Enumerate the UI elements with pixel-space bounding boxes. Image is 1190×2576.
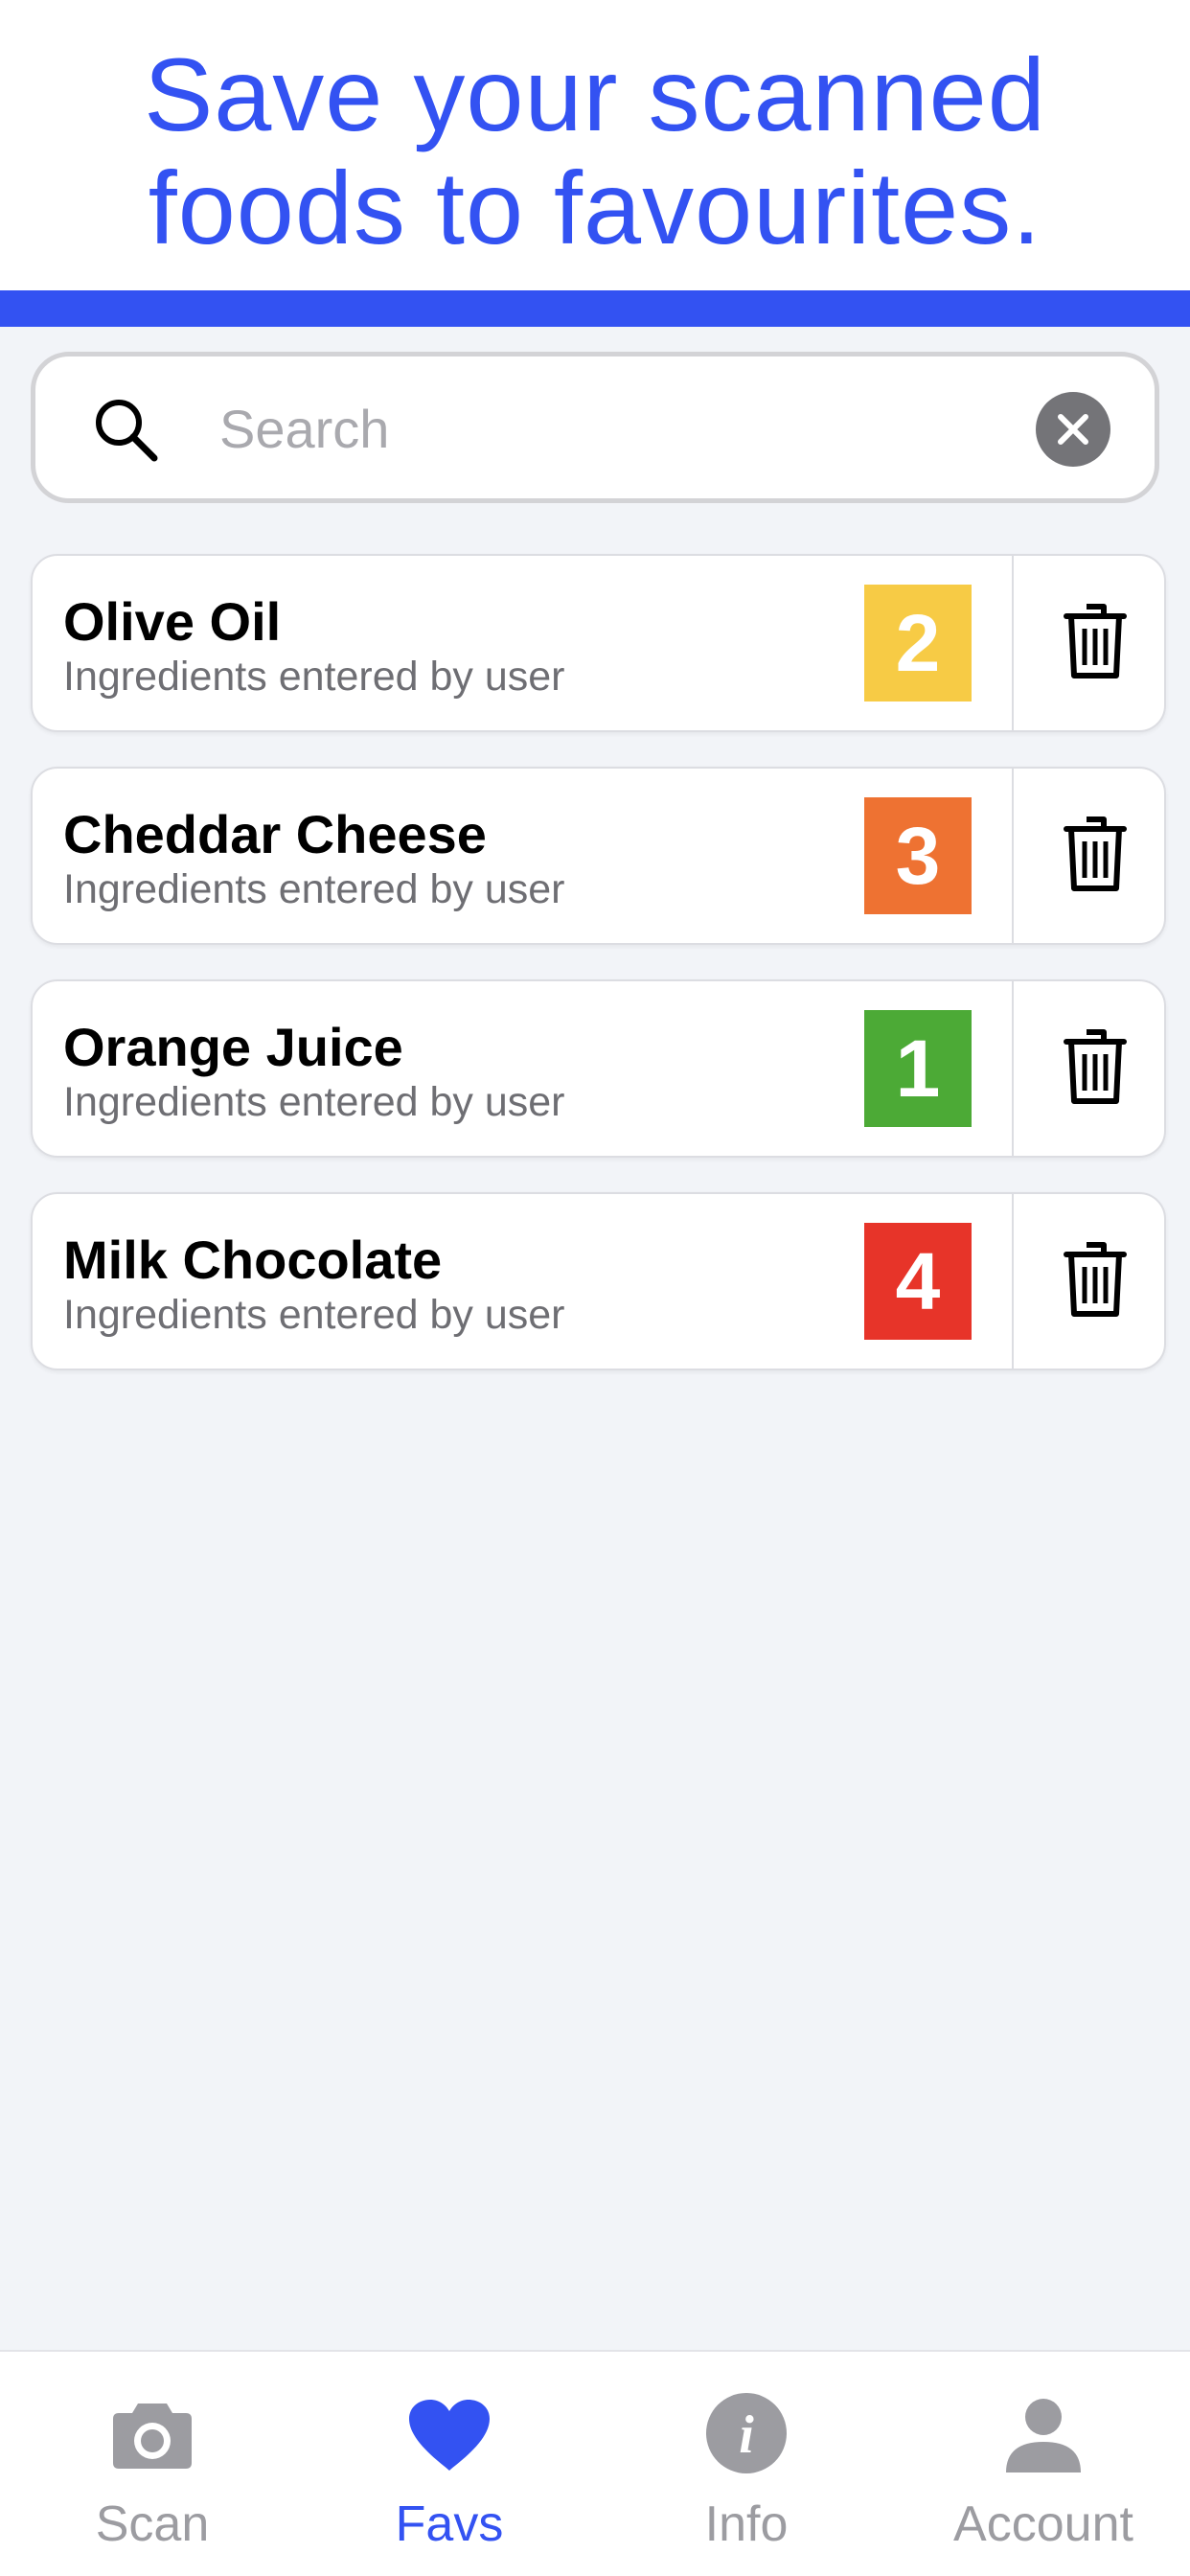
headline: Save your scanned foods to favourites. bbox=[0, 38, 1190, 264]
camera-icon bbox=[4, 2398, 301, 2494]
tab-label: Info bbox=[704, 2496, 789, 2552]
delete-button[interactable] bbox=[1025, 769, 1164, 943]
search-bar bbox=[31, 352, 1159, 503]
food-source: Ingredients entered by user bbox=[63, 654, 565, 700]
favourite-item[interactable]: Olive Oil Ingredients entered by user 2 bbox=[31, 554, 1166, 732]
trash-icon bbox=[1064, 1029, 1127, 1104]
heart-icon bbox=[301, 2398, 598, 2494]
food-source: Ingredients entered by user bbox=[63, 1079, 565, 1125]
header: Save your scanned foods to favourites. bbox=[0, 0, 1190, 290]
score-badge: 2 bbox=[864, 585, 972, 702]
score-badge: 4 bbox=[864, 1223, 972, 1340]
tab-account[interactable]: Account bbox=[895, 2352, 1190, 2576]
score-badge: 1 bbox=[864, 1010, 972, 1127]
delete-button[interactable] bbox=[1025, 556, 1164, 730]
food-name: Milk Chocolate bbox=[63, 1230, 443, 1290]
info-icon: i bbox=[598, 2393, 895, 2494]
divider bbox=[1012, 1194, 1014, 1368]
svg-text:i: i bbox=[739, 2405, 754, 2465]
food-name: Cheddar Cheese bbox=[63, 804, 487, 864]
food-name: Olive Oil bbox=[63, 591, 282, 652]
food-name: Orange Juice bbox=[63, 1017, 403, 1077]
divider bbox=[1012, 981, 1014, 1156]
favourites-list: Olive Oil Ingredients entered by user 2 … bbox=[31, 554, 1166, 1405]
tab-label: Scan bbox=[95, 2496, 210, 2552]
favourite-item[interactable]: Orange Juice Ingredients entered by user… bbox=[31, 979, 1166, 1158]
search-input[interactable] bbox=[219, 376, 1034, 481]
close-icon bbox=[1058, 414, 1088, 445]
divider bbox=[1012, 556, 1014, 730]
headline-line-1: Save your scanned bbox=[144, 36, 1046, 152]
delete-button[interactable] bbox=[1025, 1194, 1164, 1368]
accent-bar bbox=[0, 290, 1190, 327]
person-icon bbox=[895, 2398, 1190, 2494]
tab-favs[interactable]: Favs bbox=[301, 2352, 598, 2576]
score-badge: 3 bbox=[864, 797, 972, 914]
favourite-item[interactable]: Cheddar Cheese Ingredients entered by us… bbox=[31, 767, 1166, 945]
tab-bar: Scan Favs i Info Account bbox=[0, 2350, 1190, 2576]
trash-icon bbox=[1064, 604, 1127, 678]
trash-icon bbox=[1064, 1242, 1127, 1317]
food-source: Ingredients entered by user bbox=[63, 866, 565, 912]
favourite-item[interactable]: Milk Chocolate Ingredients entered by us… bbox=[31, 1192, 1166, 1370]
food-source: Ingredients entered by user bbox=[63, 1292, 565, 1338]
divider bbox=[1012, 769, 1014, 943]
search-icon bbox=[91, 395, 160, 464]
tab-scan[interactable]: Scan bbox=[4, 2352, 301, 2576]
tab-info[interactable]: i Info bbox=[598, 2352, 895, 2576]
trash-icon bbox=[1064, 816, 1127, 891]
tab-label: Favs bbox=[395, 2496, 504, 2552]
delete-button[interactable] bbox=[1025, 981, 1164, 1156]
clear-search-button[interactable] bbox=[1036, 392, 1110, 467]
headline-line-2: foods to favourites. bbox=[148, 150, 1042, 265]
tab-label: Account bbox=[953, 2496, 1133, 2552]
